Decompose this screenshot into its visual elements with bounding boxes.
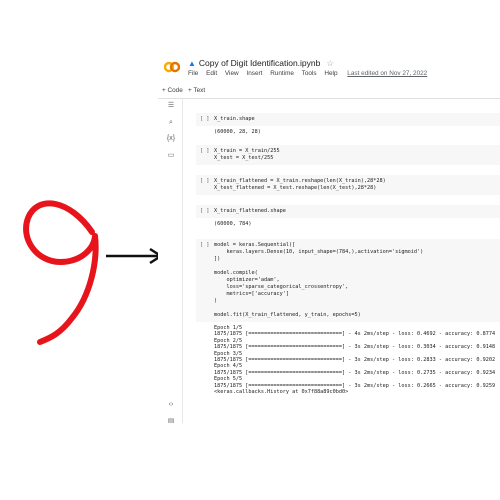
notebook-title[interactable]: ▲ Copy of Digit Identification.ipynb ☆ <box>188 58 334 69</box>
drive-icon: ▲ <box>188 59 196 68</box>
menu-bar: File Edit View Insert Runtime Tools Help… <box>188 70 433 77</box>
code-line[interactable]: ]) <box>214 256 220 262</box>
output-line: 1875/1875 [=============================… <box>214 382 496 389</box>
output-line: Epoch 3/5 <box>214 350 243 357</box>
run-cell-button[interactable]: [ ] <box>200 242 209 249</box>
add-text-button[interactable]: + Text <box>188 87 205 94</box>
folder-icon[interactable]: ▭ <box>166 151 176 159</box>
menu-icon[interactable]: ☰ <box>166 101 176 109</box>
title-bar: ▲ Copy of Digit Identification.ipynb ☆ Fil… <box>158 55 500 83</box>
code-cell[interactable]: [ ] model = keras.Sequential([ keras.laye… <box>196 239 500 398</box>
cell-output: Epoch 1/5 1875/1875 [===================… <box>196 322 500 398</box>
code-line[interactable]: optimizer='adam', <box>214 277 279 283</box>
menu-insert[interactable]: Insert <box>246 70 262 77</box>
menu-view[interactable]: View <box>225 70 239 77</box>
code-cell[interactable]: [ ] X_train.shape (60000, 28, 28) <box>196 113 500 138</box>
code-line[interactable]: model.fit(X_train_flattened, y_train, ep… <box>214 312 361 318</box>
code-line[interactable]: X_train_flattened.shape <box>214 208 286 214</box>
code-line[interactable]: ) <box>214 298 217 304</box>
variables-icon[interactable]: {x} <box>166 135 176 142</box>
menu-help[interactable]: Help <box>324 70 337 77</box>
code-line[interactable]: X_test = X_test/255 <box>214 155 273 161</box>
terminal-icon[interactable]: ▤ <box>166 417 176 423</box>
output-line: Epoch 4/5 <box>214 363 243 370</box>
menu-file[interactable]: File <box>188 70 198 77</box>
output-line: 1875/1875 [=============================… <box>214 344 496 351</box>
code-cell[interactable]: [ ] X_train_flattened.shape (60000, 784) <box>196 205 500 230</box>
last-edited-link[interactable]: Last edited on Nov 27, 2022 <box>347 70 427 77</box>
output-line: Epoch 1/5 <box>214 325 243 331</box>
menu-tools[interactable]: Tools <box>302 70 317 77</box>
output-line: Epoch 5/5 <box>214 376 243 383</box>
run-cell-button[interactable]: [ ] <box>200 148 209 155</box>
code-line[interactable]: metrics=['accuracy'] <box>214 291 288 297</box>
run-cell-button[interactable]: [ ] <box>200 178 209 185</box>
code-line[interactable]: loss='sparse_categorical_crossentropy', <box>214 284 348 290</box>
toolbar: + Code + Text <box>158 84 500 99</box>
run-cell-button[interactable]: [ ] <box>200 116 209 123</box>
code-line[interactable]: model.compile( <box>214 270 258 276</box>
left-sidebar: ☰ ⌕ {x} ▭ ‹› ▤ <box>158 99 182 423</box>
code-line[interactable]: X_train_flattened = X_train.reshape(len(… <box>214 178 386 184</box>
code-cell[interactable]: [ ] X_train_flattened = X_train.reshape(l… <box>196 175 500 195</box>
add-code-button[interactable]: + Code <box>162 87 183 94</box>
colab-notebook: ▲ Copy of Digit Identification.ipynb ☆ Fil… <box>158 55 500 423</box>
menu-edit[interactable]: Edit <box>206 70 217 77</box>
star-icon[interactable]: ☆ <box>326 58 334 68</box>
search-icon[interactable]: ⌕ <box>166 119 176 127</box>
output-line: 1875/1875 [=============================… <box>214 331 496 338</box>
code-line[interactable]: X_train = X_train/255 <box>214 148 280 154</box>
output-line: <keras.callbacks.History at 0x7f88a89c0b… <box>214 389 349 396</box>
notebook-title-text[interactable]: Copy of Digit Identification.ipynb <box>199 58 320 68</box>
code-snippets-icon[interactable]: ‹› <box>166 401 176 408</box>
handwritten-nine <box>23 200 99 345</box>
colab-logo-icon <box>164 61 180 73</box>
notebook-cells: [ ] X_train.shape (60000, 28, 28) [ ] X_tr… <box>182 99 500 423</box>
code-line[interactable]: X_test_flattened = X_test.reshape(len(X_… <box>214 185 376 191</box>
output-line: Epoch 2/5 <box>214 337 243 344</box>
output-line: 1875/1875 [=============================… <box>214 357 496 364</box>
code-line[interactable]: model = keras.Sequential([ <box>214 242 295 248</box>
code-cell[interactable]: [ ] X_train = X_train/255 X_test = X_test… <box>196 145 500 165</box>
run-cell-button[interactable]: [ ] <box>200 208 209 215</box>
output-line: 1875/1875 [=============================… <box>214 369 496 376</box>
cell-output: (60000, 28, 28) <box>214 129 261 135</box>
cell-output: (60000, 784) <box>214 221 252 227</box>
menu-runtime[interactable]: Runtime <box>270 70 294 77</box>
code-line[interactable]: keras.layers.Dense(10, input_shape=(784,… <box>214 249 423 255</box>
code-line[interactable]: X_train.shape <box>214 116 255 122</box>
